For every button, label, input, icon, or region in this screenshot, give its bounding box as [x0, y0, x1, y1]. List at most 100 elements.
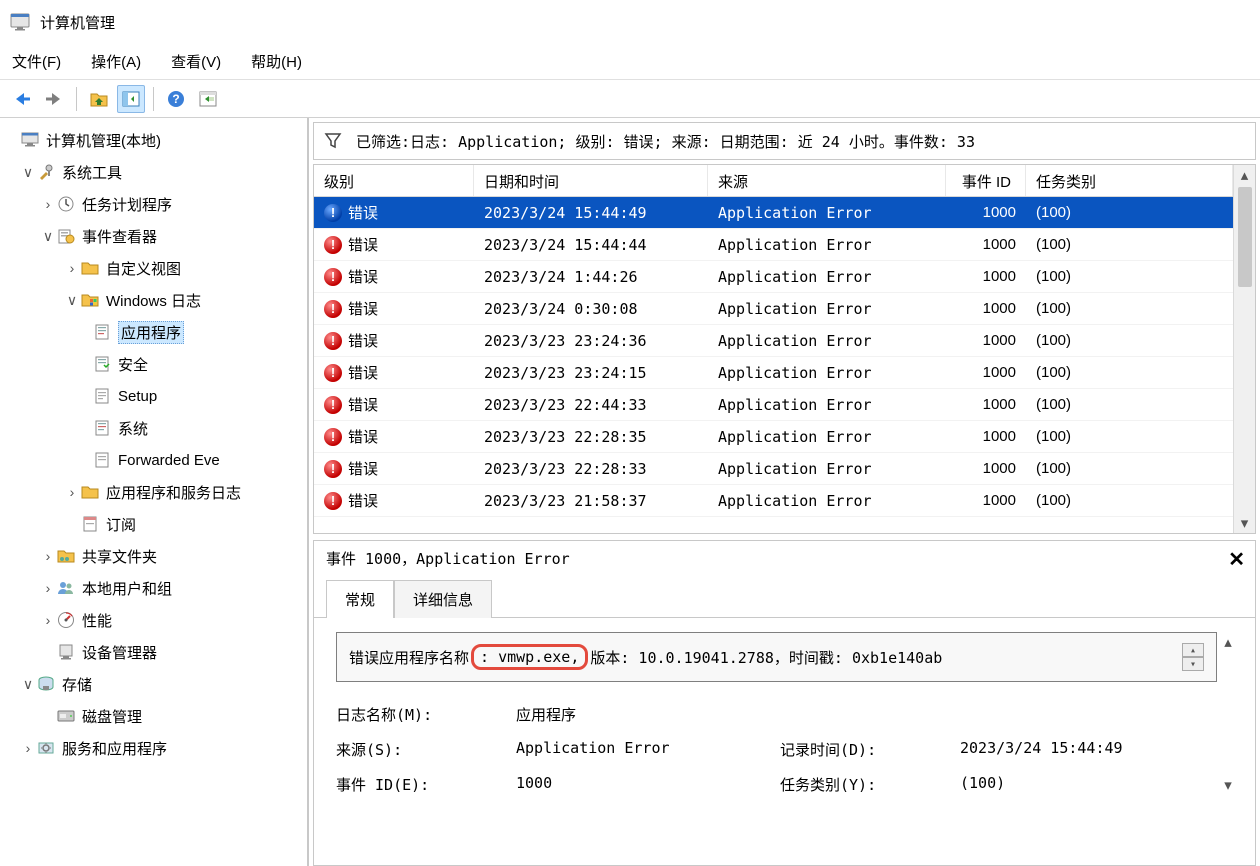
chevron-right-icon[interactable]: ›	[64, 260, 80, 276]
properties-button[interactable]	[194, 85, 222, 113]
table-row[interactable]: !错误2023/3/24 15:44:49Application Error10…	[314, 197, 1233, 229]
table-row[interactable]: !错误2023/3/23 22:28:35Application Error10…	[314, 421, 1233, 453]
tree-label: 设备管理器	[82, 642, 157, 663]
detail-header: 事件 1000，Application Error	[314, 541, 1255, 575]
chevron-right-icon[interactable]: ›	[20, 740, 36, 756]
col-header-level[interactable]: 级别	[314, 165, 474, 196]
tree-root[interactable]: 计算机管理(本地)	[0, 124, 307, 156]
cell-source: Application Error	[708, 268, 946, 286]
chevron-right-icon[interactable]: ›	[64, 484, 80, 500]
tab-details[interactable]: 详细信息	[394, 580, 492, 618]
tree-performance[interactable]: › 性能	[0, 604, 307, 636]
device-icon	[56, 642, 76, 662]
up-button[interactable]	[85, 85, 113, 113]
menu-file[interactable]: 文件(F)	[12, 51, 61, 72]
table-row[interactable]: !错误2023/3/23 23:24:36Application Error10…	[314, 325, 1233, 357]
menu-action[interactable]: 操作(A)	[91, 51, 141, 72]
table-row[interactable]: !错误2023/3/24 0:30:08Application Error100…	[314, 293, 1233, 325]
tree-label: 本地用户和组	[82, 578, 172, 599]
cell-source: Application Error	[708, 396, 946, 414]
scroll-down-icon[interactable]: ▾	[1217, 775, 1239, 795]
scroll-thumb[interactable]	[1238, 187, 1252, 287]
table-scrollbar[interactable]: ▴ ▾	[1233, 165, 1255, 533]
tree-task-scheduler[interactable]: › 任务计划程序	[0, 188, 307, 220]
tree-system-tools[interactable]: ∨ 系统工具	[0, 156, 307, 188]
cell-category: (100)	[1026, 300, 1233, 317]
chevron-right-icon[interactable]: ›	[40, 196, 56, 212]
spin-up-icon[interactable]: ▴	[1182, 643, 1204, 657]
menu-view[interactable]: 查看(V)	[171, 51, 221, 72]
main-area: 计算机管理(本地) ∨ 系统工具 › 任务计划程序 ∨ 事件查看器 › 自定义视…	[0, 118, 1260, 866]
col-header-datetime[interactable]: 日期和时间	[474, 165, 708, 196]
table-row[interactable]: !错误2023/3/23 22:28:33Application Error10…	[314, 453, 1233, 485]
chevron-down-icon[interactable]: ∨	[40, 228, 56, 245]
detail-scrollbar[interactable]: ▴ ▾	[1217, 632, 1239, 795]
menu-help[interactable]: 帮助(H)	[251, 51, 302, 72]
tree-log-security[interactable]: 安全	[0, 348, 307, 380]
shared-folder-icon	[56, 546, 76, 566]
tree-event-viewer[interactable]: ∨ 事件查看器	[0, 220, 307, 252]
window-title: 计算机管理	[40, 12, 115, 33]
disk-icon	[56, 706, 76, 726]
col-header-category[interactable]: 任务类别	[1026, 165, 1233, 196]
tree-services-apps[interactable]: › 服务和应用程序	[0, 732, 307, 764]
performance-icon	[56, 610, 76, 630]
chevron-right-icon[interactable]: ›	[40, 580, 56, 596]
detail-kv-grid: 日志名称(M): 应用程序 来源(S): Application Error 记…	[336, 704, 1217, 795]
table-row[interactable]: !错误2023/3/23 22:44:33Application Error10…	[314, 389, 1233, 421]
cell-event-id: 1000	[946, 332, 1026, 349]
tree-log-application[interactable]: 应用程序	[0, 316, 307, 348]
scroll-up-icon[interactable]: ▴	[1234, 165, 1255, 185]
tree-local-users[interactable]: › 本地用户和组	[0, 572, 307, 604]
tree-custom-views[interactable]: › 自定义视图	[0, 252, 307, 284]
cell-category: (100)	[1026, 268, 1233, 285]
col-header-event-id[interactable]: 事件 ID	[946, 165, 1026, 196]
table-row[interactable]: !错误2023/3/24 1:44:26Application Error100…	[314, 261, 1233, 293]
tree-subscriptions[interactable]: 订阅	[0, 508, 307, 540]
tree-label: 性能	[82, 610, 112, 631]
toolbar: ?	[0, 80, 1260, 118]
tree-device-manager[interactable]: 设备管理器	[0, 636, 307, 668]
scroll-up-icon[interactable]: ▴	[1217, 632, 1239, 652]
tree-log-forwarded[interactable]: Forwarded Eve	[0, 444, 307, 476]
col-header-source[interactable]: 来源	[708, 165, 946, 196]
spin-down-icon[interactable]: ▾	[1182, 657, 1204, 671]
tree-app-service-logs[interactable]: › 应用程序和服务日志	[0, 476, 307, 508]
chevron-down-icon[interactable]: ∨	[20, 676, 36, 693]
tree-label: 自定义视图	[106, 258, 181, 279]
chevron-right-icon[interactable]: ›	[40, 612, 56, 628]
error-icon: !	[324, 364, 342, 382]
tree-windows-logs[interactable]: ∨ Windows 日志	[0, 284, 307, 316]
log-icon	[92, 450, 112, 470]
help-button[interactable]: ?	[162, 85, 190, 113]
tree-disk-management[interactable]: 磁盘管理	[0, 700, 307, 732]
cell-datetime: 2023/3/23 22:28:35	[474, 428, 708, 446]
chevron-down-icon[interactable]: ∨	[64, 292, 80, 309]
close-icon[interactable]: ✕	[1228, 547, 1245, 572]
table-row[interactable]: !错误2023/3/24 15:44:44Application Error10…	[314, 229, 1233, 261]
tree-log-system[interactable]: 系统	[0, 412, 307, 444]
back-button[interactable]	[8, 85, 36, 113]
tree-shared-folders[interactable]: › 共享文件夹	[0, 540, 307, 572]
value-category: (100)	[960, 774, 1217, 795]
label-logged: 记录时间(D):	[780, 739, 948, 760]
cell-category: (100)	[1026, 460, 1233, 477]
tree-storage[interactable]: ∨ 存储	[0, 668, 307, 700]
show-hide-tree-button[interactable]	[117, 85, 145, 113]
detail-pane: 事件 1000，Application Error ✕ 常规 详细信息 错误应用…	[313, 540, 1256, 866]
scroll-down-icon[interactable]: ▾	[1234, 513, 1255, 533]
sidebar: 计算机管理(本地) ∨ 系统工具 › 任务计划程序 ∨ 事件查看器 › 自定义视…	[0, 118, 308, 866]
cell-source: Application Error	[708, 492, 946, 510]
fault-spinner[interactable]: ▴ ▾	[1182, 643, 1204, 671]
value-logged: 2023/3/24 15:44:49	[960, 739, 1217, 760]
chevron-down-icon[interactable]: ∨	[20, 164, 36, 181]
cell-event-id: 1000	[946, 364, 1026, 381]
tree-log-setup[interactable]: Setup	[0, 380, 307, 412]
forward-button[interactable]	[40, 85, 68, 113]
chevron-right-icon[interactable]: ›	[40, 548, 56, 564]
table-row[interactable]: !错误2023/3/23 23:24:15Application Error10…	[314, 357, 1233, 389]
table-row[interactable]: !错误2023/3/23 21:58:37Application Error10…	[314, 485, 1233, 517]
tree-label: 磁盘管理	[82, 706, 142, 727]
tab-general[interactable]: 常规	[326, 580, 394, 618]
cell-datetime: 2023/3/23 22:28:33	[474, 460, 708, 478]
